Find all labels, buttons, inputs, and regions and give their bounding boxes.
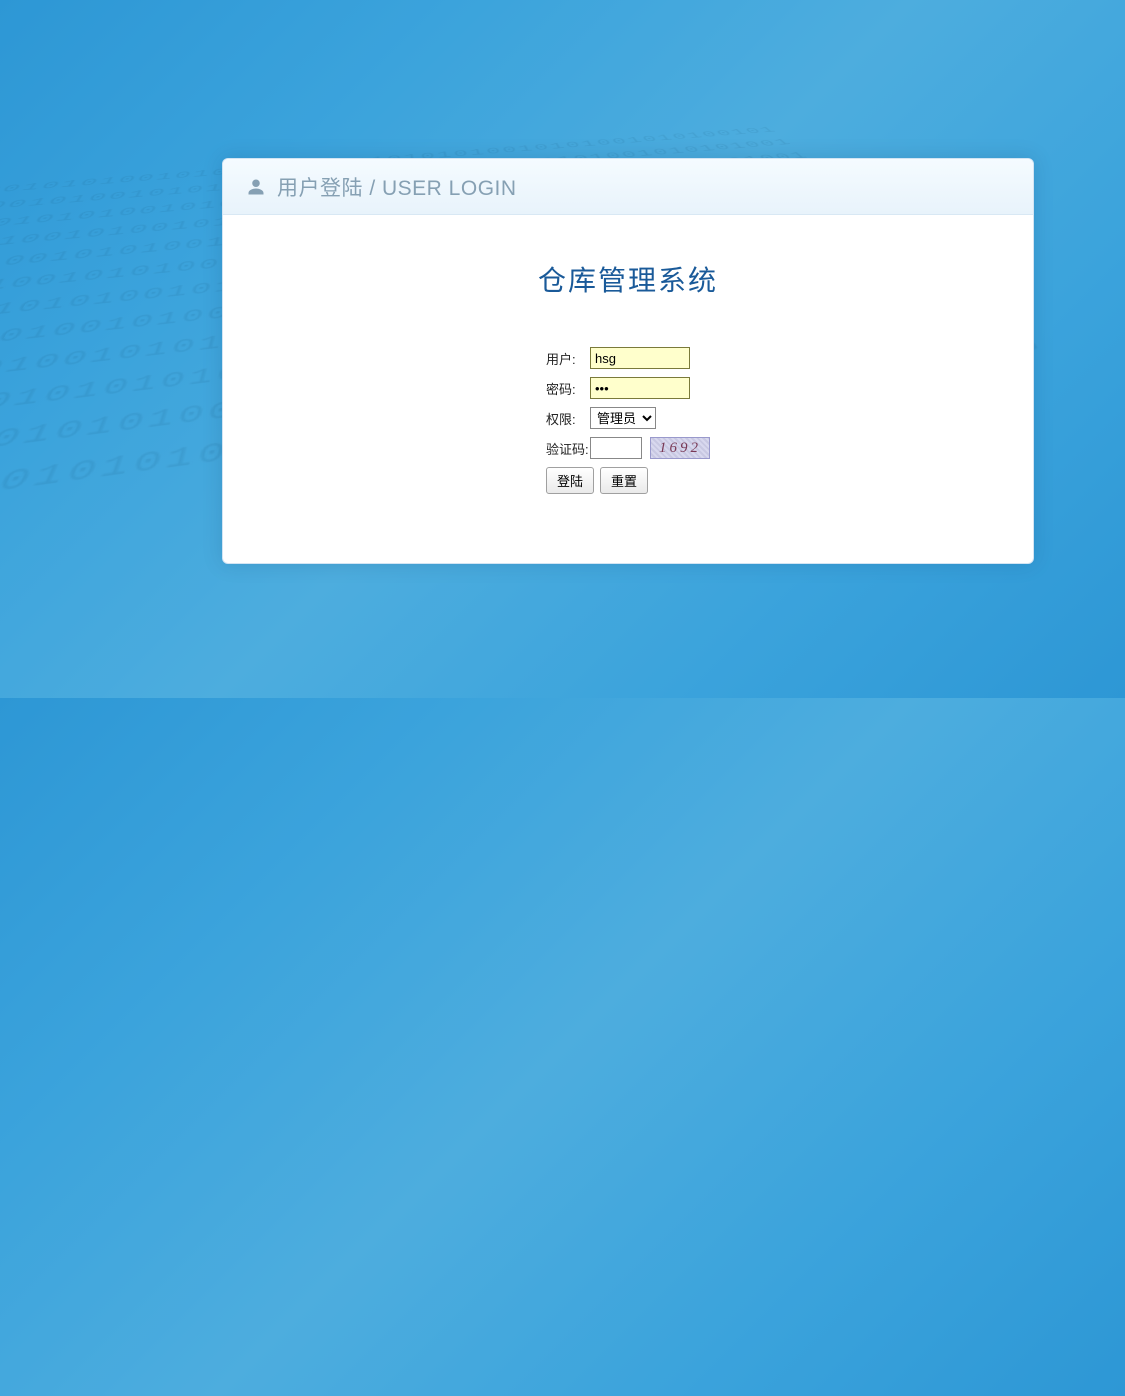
user-icon xyxy=(247,178,265,196)
role-row: 权限: 管理员 xyxy=(546,407,710,429)
login-panel: 用户登陆 / USER LOGIN 仓库管理系统 用户: 密码: 权限: 管理员… xyxy=(222,158,1034,564)
login-button[interactable]: 登陆 xyxy=(546,467,594,494)
login-form: 用户: 密码: 权限: 管理员 验证码: 1692 登陆 重置 xyxy=(546,347,710,494)
password-input[interactable] xyxy=(590,377,690,399)
username-input[interactable] xyxy=(590,347,690,369)
captcha-row: 验证码: 1692 xyxy=(546,437,710,459)
panel-header: 用户登陆 / USER LOGIN xyxy=(223,159,1033,215)
role-select[interactable]: 管理员 xyxy=(590,407,656,429)
password-label: 密码: xyxy=(546,379,590,398)
captcha-input[interactable] xyxy=(590,437,642,459)
reset-button[interactable]: 重置 xyxy=(600,467,648,494)
captcha-image[interactable]: 1692 xyxy=(650,437,710,459)
user-row: 用户: xyxy=(546,347,710,369)
password-row: 密码: xyxy=(546,377,710,399)
captcha-label: 验证码: xyxy=(546,439,590,458)
button-row: 登陆 重置 xyxy=(546,467,710,494)
user-label: 用户: xyxy=(546,349,590,368)
role-label: 权限: xyxy=(546,409,590,428)
panel-header-title: 用户登陆 / USER LOGIN xyxy=(277,172,517,202)
panel-body: 仓库管理系统 用户: 密码: 权限: 管理员 验证码: 1692 xyxy=(223,215,1033,494)
system-title: 仓库管理系统 xyxy=(223,259,1033,299)
